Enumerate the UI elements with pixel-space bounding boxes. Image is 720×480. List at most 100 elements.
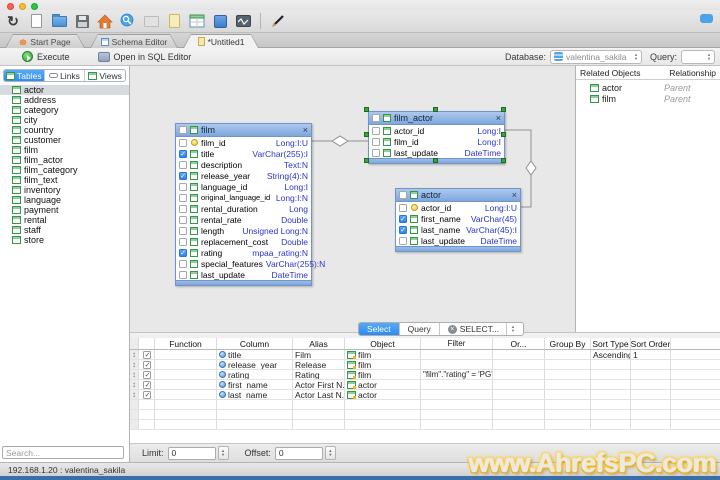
sidebar-tab-links[interactable]: Links xyxy=(45,70,86,81)
alias-cell[interactable]: Release xyxy=(293,360,345,369)
sort-type-cell[interactable]: Ascending xyxy=(591,350,631,359)
sidebar-item-language[interactable]: language xyxy=(0,195,129,205)
sidebar-item-staff[interactable]: staff xyxy=(0,225,129,235)
group-by-cell[interactable] xyxy=(545,380,591,389)
object-cell[interactable]: actor xyxy=(345,390,421,399)
sidebar-item-address[interactable]: address xyxy=(0,95,129,105)
sidebar-item-rental[interactable]: rental xyxy=(0,215,129,225)
selection-handle[interactable] xyxy=(433,158,438,163)
column-header-sort-type[interactable]: Sort Type xyxy=(591,338,631,349)
function-cell[interactable] xyxy=(155,360,217,369)
row-drag-handle[interactable]: ↕ xyxy=(130,350,139,359)
field-checkbox[interactable] xyxy=(399,214,407,223)
tab-untitled1[interactable]: *Untitled1 xyxy=(183,34,259,48)
sort-type-cell[interactable] xyxy=(591,380,631,389)
sort-order-cell[interactable] xyxy=(631,370,671,379)
row-drag-handle[interactable]: ↕ xyxy=(130,380,139,389)
tab-query[interactable]: Query xyxy=(400,323,440,335)
column-cell[interactable]: last_name xyxy=(217,390,293,399)
table-header[interactable]: actor × xyxy=(396,189,520,202)
row-checkbox[interactable] xyxy=(142,350,152,359)
tab-statement[interactable]: × SELECT... ▲ ▼ xyxy=(440,323,523,335)
clear-icon[interactable]: × xyxy=(447,324,457,334)
filter-cell[interactable] xyxy=(421,350,493,359)
sort-order-cell[interactable] xyxy=(631,390,671,399)
sql-console-icon[interactable] xyxy=(234,12,252,30)
execute-button[interactable]: Execute xyxy=(22,51,70,62)
field-checkbox[interactable] xyxy=(399,236,407,245)
sort-type-cell[interactable] xyxy=(591,390,631,399)
offset-stepper[interactable]: ▲ ▼ xyxy=(324,446,336,460)
close-window-button[interactable] xyxy=(7,3,14,10)
column-header-or[interactable]: Or... xyxy=(493,338,545,349)
selection-handle[interactable] xyxy=(501,107,506,112)
alias-cell[interactable]: Film xyxy=(293,350,345,359)
function-cell[interactable] xyxy=(155,370,217,379)
sort-type-cell[interactable] xyxy=(591,360,631,369)
selection-handle[interactable] xyxy=(364,158,369,163)
close-icon[interactable]: × xyxy=(512,190,517,200)
field-checkbox[interactable] xyxy=(179,270,187,279)
field-checkbox[interactable] xyxy=(179,215,187,224)
zoom-window-button[interactable] xyxy=(31,3,38,10)
column-cell[interactable]: release_year xyxy=(217,360,293,369)
close-icon[interactable]: × xyxy=(303,125,308,135)
sidebar-item-store[interactable]: store xyxy=(0,235,129,245)
selection-handle[interactable] xyxy=(433,107,438,112)
row-drag-handle[interactable]: ↕ xyxy=(130,390,139,399)
mail-icon[interactable] xyxy=(142,12,160,30)
diagram-canvas[interactable]: film × film_idLong:I:U titleVarChar(255)… xyxy=(130,66,575,332)
object-cell[interactable]: actor xyxy=(345,380,421,389)
column-header-sort-order[interactable]: Sort Order xyxy=(631,338,671,349)
diagram-table-film-actor[interactable]: film_actor × actor_id Long:I film_id Long:… xyxy=(368,111,505,164)
row-checkbox[interactable] xyxy=(142,360,152,369)
sidebar-item-film_actor[interactable]: film_actor xyxy=(0,155,129,165)
field-checkbox[interactable] xyxy=(372,148,380,157)
table-checkbox[interactable] xyxy=(399,191,407,199)
diagram-table-film[interactable]: film × film_idLong:I:U titleVarChar(255)… xyxy=(175,123,325,286)
sidebar-item-film_category[interactable]: film_category xyxy=(0,165,129,175)
sidebar-item-customer[interactable]: customer xyxy=(0,135,129,145)
selection-handle[interactable] xyxy=(364,132,369,137)
table-checkbox[interactable] xyxy=(179,126,187,134)
filter-cell[interactable]: "film"."rating" = 'PG' xyxy=(421,370,493,379)
related-object-film[interactable]: film Parent xyxy=(576,93,720,104)
offset-input[interactable]: 0 xyxy=(274,446,323,460)
sidebar-item-film[interactable]: film xyxy=(0,145,129,155)
sort-order-cell[interactable] xyxy=(631,360,671,369)
open-folder-icon[interactable] xyxy=(50,12,68,30)
report-icon[interactable] xyxy=(165,12,183,30)
field-checkbox[interactable] xyxy=(179,171,187,180)
group-by-cell[interactable] xyxy=(545,360,591,369)
new-document-icon[interactable] xyxy=(27,12,45,30)
sidebar-tab-views[interactable]: Views xyxy=(85,70,125,81)
close-icon[interactable]: × xyxy=(496,113,501,123)
sidebar-item-category[interactable]: category xyxy=(0,105,129,115)
diagram-table-actor[interactable]: actor × actor_idLong:I:U first_nameVarCh… xyxy=(395,188,521,252)
alias-cell[interactable]: Actor First N... xyxy=(293,380,345,389)
selection-handle[interactable] xyxy=(501,158,506,163)
field-checkbox[interactable] xyxy=(179,149,187,158)
field-checkbox[interactable] xyxy=(179,204,187,213)
sort-order-cell[interactable] xyxy=(631,380,671,389)
field-checkbox[interactable] xyxy=(372,126,380,135)
column-cell[interactable]: rating xyxy=(217,370,293,379)
alias-cell[interactable]: Rating xyxy=(293,370,345,379)
chat-icon[interactable] xyxy=(700,14,713,23)
search-icon[interactable] xyxy=(119,12,137,30)
field-checkbox[interactable] xyxy=(179,248,187,257)
sidebar-item-actor[interactable]: actor xyxy=(0,85,129,95)
chevron-updown-icon[interactable]: ▲ ▼ xyxy=(506,323,515,335)
sidebar-item-film_text[interactable]: film_text xyxy=(0,175,129,185)
column-cell[interactable]: first_name xyxy=(217,380,293,389)
filter-cell[interactable] xyxy=(421,390,493,399)
object-cell[interactable]: film xyxy=(345,360,421,369)
group-by-cell[interactable] xyxy=(545,350,591,359)
row-drag-handle[interactable]: ↕ xyxy=(130,360,139,369)
tab-schema-editor[interactable]: Schema Editor xyxy=(90,34,178,48)
tab-select[interactable]: Select xyxy=(359,323,400,335)
column-header-group-by[interactable]: Group By xyxy=(545,338,591,349)
object-cell[interactable]: film xyxy=(345,350,421,359)
sidebar-item-inventory[interactable]: inventory xyxy=(0,185,129,195)
group-by-cell[interactable] xyxy=(545,370,591,379)
